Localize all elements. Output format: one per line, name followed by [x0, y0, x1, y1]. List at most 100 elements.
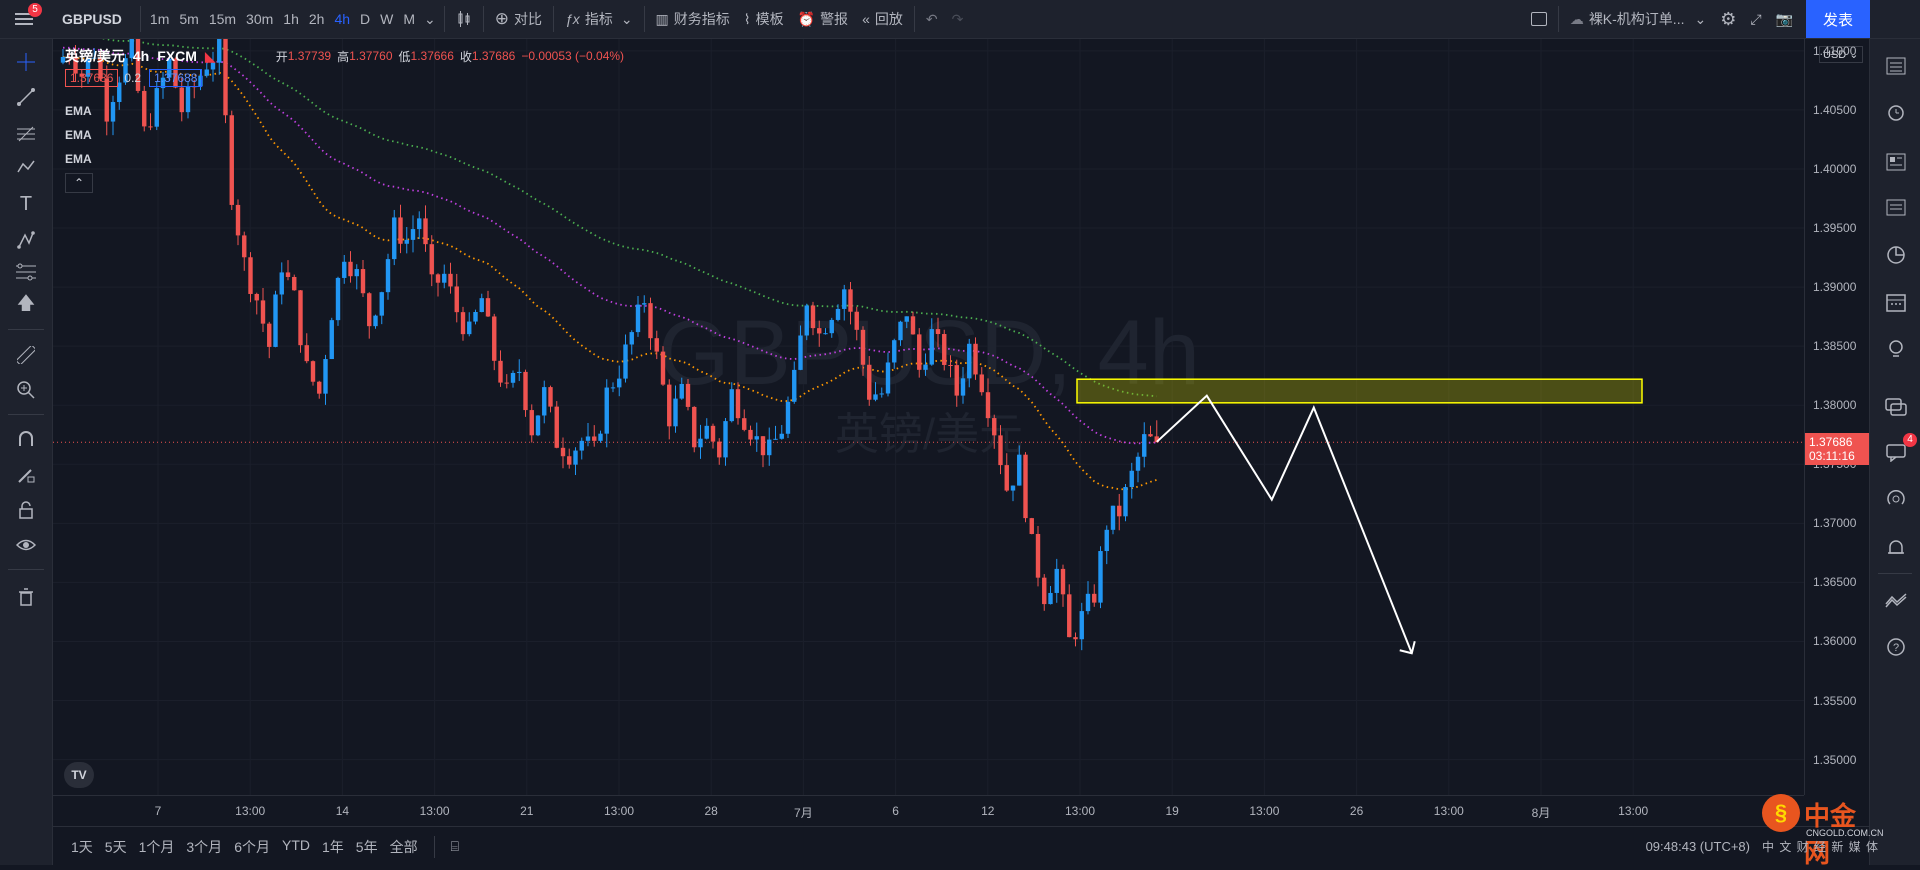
calendar-list-button[interactable]	[1883, 194, 1909, 220]
projection-drawing[interactable]	[1156, 394, 1416, 655]
symbol-search[interactable]: GBPUSD	[48, 0, 136, 38]
candle-body	[723, 421, 728, 458]
trendline-tool[interactable]	[13, 84, 39, 110]
candle-body	[660, 351, 666, 385]
chart-type-button[interactable]	[449, 0, 479, 38]
compare-button[interactable]: ⊕ 对比	[488, 0, 549, 38]
news-button[interactable]	[1883, 149, 1909, 175]
timeframe-5m[interactable]: 5m	[174, 0, 203, 38]
range-6[interactable]: 1年	[316, 837, 350, 857]
flag-icon[interactable]: ◣	[205, 48, 216, 65]
legend-symbol-name[interactable]: 英镑/美元	[65, 46, 125, 66]
open-label: 开	[275, 49, 288, 64]
range-4[interactable]: 6个月	[228, 837, 276, 857]
notifications-button[interactable]	[1883, 535, 1909, 561]
stay-drawing-tool[interactable]	[13, 462, 39, 488]
range-7[interactable]: 5年	[350, 837, 384, 857]
function-icon: ƒx	[565, 11, 580, 27]
ask-price[interactable]: 1.37688	[149, 69, 203, 87]
candle-body	[329, 320, 334, 360]
range-3[interactable]: 3个月	[180, 837, 228, 857]
layout-select-button[interactable]	[1524, 0, 1554, 38]
financials-button[interactable]: ▥ 财务指标	[649, 0, 737, 38]
range-1[interactable]: 5天	[99, 837, 133, 857]
candle-body	[292, 276, 297, 291]
price-chart[interactable]: GBPUSD, 4h 英镑/美元	[53, 39, 1804, 795]
tradingview-logo-icon[interactable]: TV	[64, 762, 94, 788]
timeframe-1m[interactable]: 1m	[145, 0, 174, 38]
pattern-tool[interactable]	[13, 154, 39, 180]
prediction-tool[interactable]	[13, 227, 39, 253]
alerts-panel-button[interactable]	[1883, 99, 1909, 125]
settings-button[interactable]: ⚙	[1713, 0, 1743, 38]
snapshot-button[interactable]: 📷	[1769, 0, 1800, 38]
candle-body	[1117, 505, 1122, 517]
hotlists-button[interactable]	[1883, 587, 1909, 613]
data-window-button[interactable]	[1883, 242, 1909, 268]
ruler-tool[interactable]	[13, 342, 39, 368]
timeframe-D[interactable]: D	[355, 0, 375, 38]
bid-price[interactable]: 1.37686	[65, 69, 119, 87]
text-tool[interactable]: T	[13, 191, 39, 217]
arrow-tool[interactable]: 🡅	[13, 293, 39, 319]
calendar-button[interactable]	[1883, 289, 1909, 315]
candle-body	[985, 392, 991, 419]
timeframe-W[interactable]: W	[375, 0, 398, 38]
delete-tool[interactable]	[13, 584, 39, 610]
ema-legend-1[interactable]: EMA	[65, 104, 92, 118]
change-value: −0.00053 (−0.04%)	[521, 49, 625, 63]
crosshair-tool[interactable]	[13, 49, 39, 75]
layout-name-button[interactable]: ☁ 裸K-机构订单... ⌄	[1563, 0, 1713, 38]
timeframe-dropdown[interactable]: ⌄	[420, 0, 440, 38]
candle-body	[1104, 529, 1109, 552]
help-button[interactable]: ?	[1883, 634, 1909, 660]
magnet-tool[interactable]	[13, 426, 39, 452]
chat-bubbles-icon	[1885, 398, 1907, 416]
fullscreen-button[interactable]: ⤢	[1743, 0, 1768, 38]
publish-button[interactable]: 发表	[1806, 0, 1870, 38]
replay-button[interactable]: «回放	[855, 0, 910, 38]
candle-body	[729, 389, 734, 422]
timeframe-2h[interactable]: 2h	[304, 0, 330, 38]
streams-button[interactable]	[1883, 487, 1909, 513]
ideas-button[interactable]	[1883, 336, 1909, 362]
templates-button[interactable]: ⌇ 模板	[737, 0, 791, 38]
time-axis[interactable]: 7 13:00 14 13:00 21 13:00 28 7月 6 12 13:00 19 13:00 2…	[53, 795, 1804, 826]
ema-legend-3[interactable]: EMA	[65, 152, 92, 166]
price-axis[interactable]: USD ⌄ 1.41000 1.40500 1.40000 1.39500 1.3900…	[1804, 39, 1871, 795]
ema-legend-2[interactable]: EMA	[65, 128, 92, 142]
candle-body	[454, 286, 459, 313]
range-8[interactable]: 全部	[384, 837, 424, 857]
timeframe-15m[interactable]: 15m	[204, 0, 241, 38]
redo-button[interactable]: ↷	[945, 0, 971, 38]
candle-body	[529, 410, 534, 436]
timeframe-M[interactable]: M	[398, 0, 420, 38]
clock[interactable]: 09:48:43 (UTC+8)	[1646, 839, 1750, 854]
range-2[interactable]: 1个月	[133, 837, 181, 857]
zoom-tool[interactable]	[13, 377, 39, 403]
collapse-legend-button[interactable]: ⌃	[65, 173, 93, 193]
candle-body	[285, 272, 291, 277]
range-5[interactable]: YTD	[276, 837, 316, 857]
candle-body	[617, 378, 622, 388]
watchlist-button[interactable]	[1883, 53, 1909, 79]
timeframe-30m[interactable]: 30m	[241, 0, 278, 38]
candle-body	[429, 244, 434, 275]
messages-button[interactable]: 4	[1883, 433, 1917, 465]
menu-button[interactable]: 5	[0, 0, 48, 38]
undo-button[interactable]: ↶	[919, 0, 945, 38]
chats-button[interactable]	[1883, 394, 1909, 420]
timeframe-4h[interactable]: 4h	[329, 0, 355, 38]
indicators-button[interactable]: ƒx 指标 ⌄	[558, 0, 640, 38]
measure-lines-tool[interactable]	[13, 259, 39, 285]
projection-path[interactable]	[1156, 394, 1413, 654]
visibility-tool[interactable]	[13, 532, 39, 558]
timeframe-1h[interactable]: 1h	[278, 0, 304, 38]
plus-circle-icon: ⊕	[494, 9, 510, 28]
range-0[interactable]: 1天	[65, 837, 99, 857]
resistance-zone[interactable]	[1076, 378, 1643, 404]
fib-tool[interactable]	[13, 121, 39, 147]
lock-tool[interactable]	[13, 497, 39, 523]
goto-date-button[interactable]: ⌸	[445, 838, 465, 855]
alert-button[interactable]: ⏰ 警报	[791, 0, 855, 38]
